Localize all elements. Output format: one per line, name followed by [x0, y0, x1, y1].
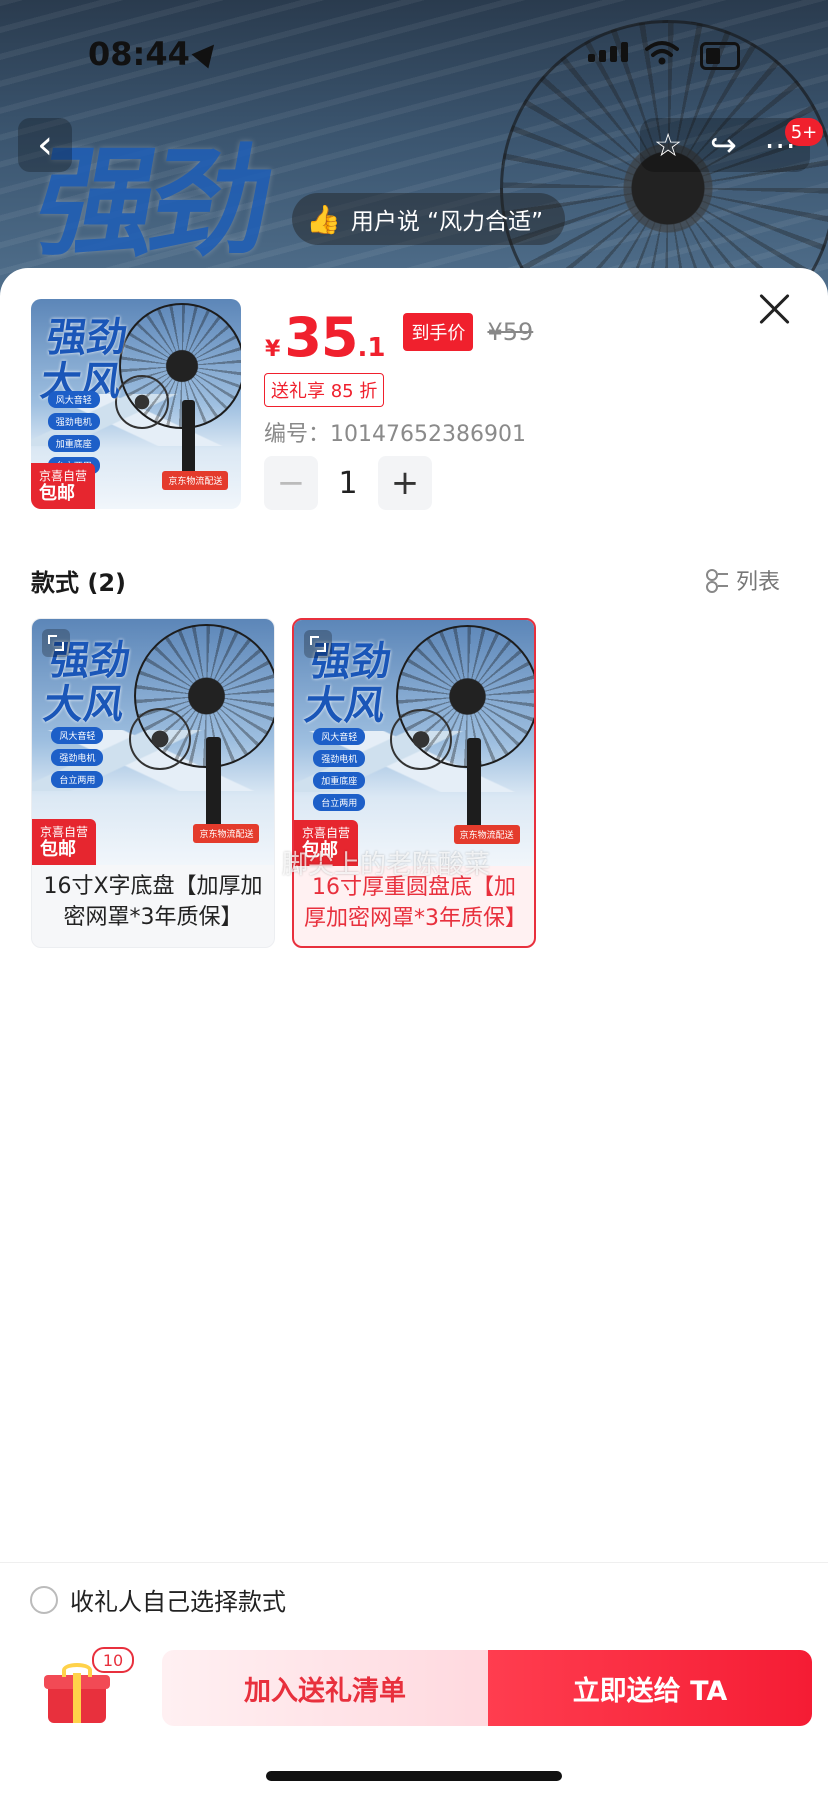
small-fan-image	[390, 708, 452, 771]
small-fan-image	[128, 707, 191, 770]
send-gift-button[interactable]: 立即送给 TA	[488, 1650, 812, 1726]
add-to-gift-list-button[interactable]: 加入送礼清单	[162, 1650, 488, 1726]
variant-image: 强劲 大风 风大音轻 强劲电机 台立两用 京东物流配送 京喜自营 包邮	[32, 619, 274, 865]
quantity-stepper: − 1 +	[264, 456, 432, 510]
gift-count-badge: 10	[92, 1647, 134, 1673]
variant-name: 16寸厚重圆盘底【加厚加密网罩*3年质保】	[304, 875, 524, 931]
product-code: 编号：10147652386901	[264, 422, 526, 447]
feature-bullets: 风大音轻强劲电机 加重底座台立两用	[47, 391, 100, 475]
battery-icon	[700, 42, 740, 70]
chevron-left-icon: ‹	[37, 122, 53, 168]
variant-image: 强劲 大风 风大音轻 强劲电机 加重底座 台立两用 京东物流配送 京喜自营 包邮	[294, 620, 534, 866]
list-toggle-label: 列表	[736, 570, 781, 595]
coupon-badge: 送礼享 85 折	[264, 373, 385, 407]
small-fan-image	[115, 374, 170, 429]
decrease-button[interactable]: −	[264, 456, 318, 510]
price-row: ¥ 35 .1 到手价 ¥59	[265, 306, 533, 369]
increase-button[interactable]: +	[378, 456, 432, 510]
top-actions: ☆ ↪ ⋯	[640, 118, 810, 172]
watermark: 脚尖上的老陈酸菜	[282, 850, 491, 880]
original-price: ¥59	[487, 317, 534, 346]
radio-button[interactable]	[30, 1585, 58, 1614]
share-icon[interactable]: ↪	[710, 126, 737, 164]
shipping-tag: 京东物流配送	[453, 824, 520, 844]
product-image: 强劲大风 风大音轻强劲电机 加重底座台立两用 京东物流配送 京喜自营包邮	[31, 299, 241, 509]
review-text: 用户说 “风力合适”	[350, 209, 544, 235]
cellular-signal-icon	[588, 42, 628, 62]
footer-divider	[0, 1562, 828, 1563]
price-integer: 35	[284, 306, 358, 369]
feature-bullets: 风大音轻 强劲电机 台立两用	[51, 727, 104, 789]
quantity-value[interactable]: 1	[318, 466, 378, 501]
status-time: 08:44	[88, 35, 190, 73]
back-button[interactable]: ‹	[18, 118, 72, 172]
shipping-tag: 京东物流配送	[193, 823, 260, 843]
price-decimal: .1	[357, 333, 386, 363]
product-thumbnail[interactable]: 强劲大风 风大音轻强劲电机 加重底座台立两用 京东物流配送 京喜自营包邮	[31, 299, 241, 509]
expand-icon[interactable]	[304, 630, 332, 658]
variant-card[interactable]: 强劲 大风 风大音轻 强劲电机 台立两用 京东物流配送 京喜自营 包邮 16寸X字底盘【…	[31, 618, 275, 948]
final-price-tag: 到手价	[403, 312, 474, 351]
thumbs-up-icon: 👍	[306, 202, 341, 236]
status-bar: 08:44	[0, 0, 828, 100]
recipient-choose-label: 收礼人自己选择款式	[70, 1588, 286, 1616]
currency-symbol: ¥	[265, 337, 281, 362]
star-icon[interactable]: ☆	[654, 126, 683, 164]
variant-name: 16寸X字底盘【加厚加密网罩*3年质保】	[43, 874, 263, 930]
feature-bullets: 风大音轻强劲电机 加重底座台立两用	[313, 728, 366, 812]
review-pill[interactable]: 👍 用户说 “风力合适”	[292, 193, 566, 245]
location-arrow-icon	[191, 37, 223, 69]
expand-icon[interactable]	[42, 629, 70, 657]
shipping-tag: 京东物流配送	[162, 471, 229, 491]
cart-badge: 5+	[785, 118, 823, 146]
self-operated-tag: 京喜自营 包邮	[32, 819, 97, 865]
style-section-title: 款式 (2)	[31, 569, 126, 597]
self-operated-tag: 京喜自营 包邮	[31, 463, 96, 509]
home-indicator	[266, 1771, 562, 1781]
list-view-toggle[interactable]: 列表	[706, 564, 780, 596]
list-icon	[706, 569, 728, 593]
wifi-icon	[645, 41, 679, 65]
sku-sheet: 强劲大风 风大音轻强劲电机 加重底座台立两用 京东物流配送 京喜自营包邮 ¥ 3…	[0, 268, 828, 1795]
recipient-choose-option[interactable]: 收礼人自己选择款式	[30, 1582, 286, 1617]
variant-card-selected[interactable]: 强劲 大风 风大音轻 强劲电机 加重底座 台立两用 京东物流配送 京喜自营 包邮 16寸…	[292, 618, 536, 948]
close-icon[interactable]	[756, 291, 792, 327]
